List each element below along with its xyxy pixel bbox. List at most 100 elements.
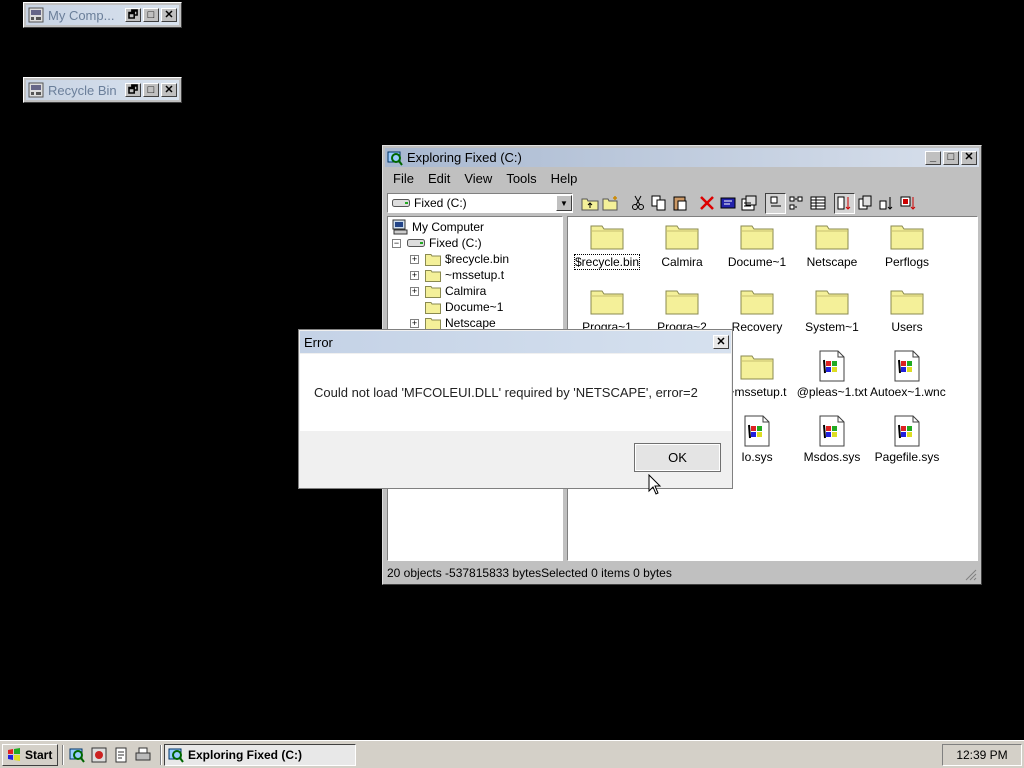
close-button[interactable]: ✕ [713,335,729,349]
expand-icon[interactable]: + [410,318,419,328]
file-item[interactable]: Progra~1 [570,286,644,334]
file-item[interactable]: Progra~2 [645,286,719,334]
expand-icon[interactable]: + [410,254,419,264]
drive-selector-value: Fixed (C:) [414,196,467,210]
menu-file[interactable]: File [387,171,422,186]
maximize-button[interactable]: □ [943,150,959,165]
file-item[interactable]: @pleas~1.txt [795,351,869,399]
file-item[interactable]: Autoex~1.wnc [870,351,946,399]
system-menu-icon[interactable] [28,82,44,98]
sort-by-date-button[interactable] [897,193,918,214]
drive-icon [392,198,410,208]
tree-item-my-computer[interactable]: My Computer [392,219,484,235]
file-item[interactable]: Netscape [795,221,869,269]
file-label: Users [891,320,923,334]
minimize-button[interactable]: _ [925,150,941,165]
properties-icon [741,195,756,211]
tree-item-documents[interactable]: Docume~1 [425,299,503,315]
close-button[interactable]: ✕ [961,150,977,165]
file-item[interactable]: Docume~1 [720,221,794,269]
file-item[interactable]: Users [870,286,944,334]
collapse-icon[interactable]: − [392,238,401,248]
explorer-icon[interactable] [387,150,403,166]
tree-item-label: $recycle.bin [445,252,510,266]
dialog-message: Could not load 'MFCOLEUI.DLL' required b… [314,385,698,400]
dialog-titlebar[interactable]: Error ✕ [300,331,731,353]
new-folder-button[interactable] [600,193,621,214]
resize-grip-icon[interactable] [965,569,977,581]
ok-button[interactable]: OK [634,443,721,472]
file-item[interactable]: System~1 [795,286,869,334]
tree-item-calmira[interactable]: + Calmira [410,283,486,299]
minimized-window-title: Recycle Bin [48,82,117,98]
document-quicklaunch-icon[interactable] [110,746,132,764]
scissors-icon [631,195,644,210]
sort-by-size-button[interactable] [876,193,897,214]
menu-view[interactable]: View [458,171,500,186]
printer-quicklaunch-icon[interactable] [132,746,154,764]
clock[interactable]: 12:39 PM [956,748,1007,762]
start-button[interactable]: Start [2,744,58,766]
minimized-titlebar[interactable]: My Comp... 🗗 □ ✕ [26,5,179,25]
maximize-button[interactable]: □ [143,83,159,97]
minimized-window-recycle-bin[interactable]: Recycle Bin 🗗 □ ✕ [23,77,182,103]
system-menu-icon[interactable] [28,7,44,23]
file-item[interactable]: Msdos.sys [795,416,869,464]
explorer-quicklaunch-icon[interactable] [66,746,88,764]
tree-item-recycle-bin[interactable]: + $recycle.bin [410,251,509,267]
toolbar: Fixed (C:) ▼ [387,190,977,216]
file-item[interactable]: Recovery [720,286,794,334]
maximize-button[interactable]: □ [143,8,159,22]
paste-button[interactable] [669,193,690,214]
tree-item-mssetup[interactable]: + ~mssetup.t [410,267,504,283]
large-icons-view-button[interactable] [765,192,786,214]
properties-button[interactable] [738,193,759,214]
menu-tools[interactable]: Tools [500,171,544,186]
up-folder-button[interactable] [579,193,600,214]
menu-edit[interactable]: Edit [422,171,458,186]
taskbar-button-explorer[interactable]: Exploring Fixed (C:) [164,744,356,766]
file-label: Autoex~1.wnc [870,385,946,399]
file-label: Pagefile.sys [874,450,940,464]
file-item[interactable]: Perflogs [870,221,944,269]
expand-icon[interactable]: + [410,286,419,296]
copy-button[interactable] [648,193,669,214]
sort-by-type-button[interactable] [855,193,876,214]
delete-button[interactable] [696,193,717,214]
file-item[interactable]: $recycle.bin [570,221,644,270]
programs-quicklaunch-icon[interactable] [88,746,110,764]
computer-icon [392,219,408,235]
file-item[interactable]: Pagefile.sys [870,416,944,464]
restore-button[interactable]: 🗗 [125,8,141,22]
start-label: Start [25,748,53,762]
expand-icon[interactable]: + [410,270,419,280]
file-item[interactable]: Calmira [645,221,719,269]
drive-selector[interactable]: Fixed (C:) ▼ [387,193,573,213]
sort-by-name-button[interactable] [834,192,855,214]
mouse-cursor-icon [648,474,662,495]
folder-icon [590,221,624,251]
details-view-button[interactable] [807,193,828,214]
sort-icon [837,196,850,210]
rename-button[interactable] [717,193,738,214]
cut-button[interactable] [627,193,648,214]
close-button[interactable]: ✕ [161,8,177,22]
taskbar-button-label: Exploring Fixed (C:) [188,748,302,762]
chevron-down-icon[interactable]: ▼ [556,195,572,211]
status-bar: 20 objects -537815833 bytesSelected 0 it… [387,564,977,582]
folder-icon [815,286,849,316]
minimized-window-my-computer[interactable]: My Comp... 🗗 □ ✕ [23,2,182,28]
folder-icon [425,253,441,266]
minimized-titlebar[interactable]: Recycle Bin 🗗 □ ✕ [26,80,179,100]
minimized-window-title: My Comp... [48,7,115,23]
tree-item-fixed-c[interactable]: − Fixed (C:) [392,235,482,251]
restore-button[interactable]: 🗗 [125,83,141,97]
small-icons-view-button[interactable] [786,193,807,214]
system-file-icon [740,416,774,446]
sort-size-icon [879,197,892,210]
explorer-titlebar[interactable]: Exploring Fixed (C:) _ □ ✕ [385,148,979,167]
menu-help[interactable]: Help [545,171,586,186]
folder-icon [425,301,441,314]
close-button[interactable]: ✕ [161,83,177,97]
rename-icon [720,197,735,209]
